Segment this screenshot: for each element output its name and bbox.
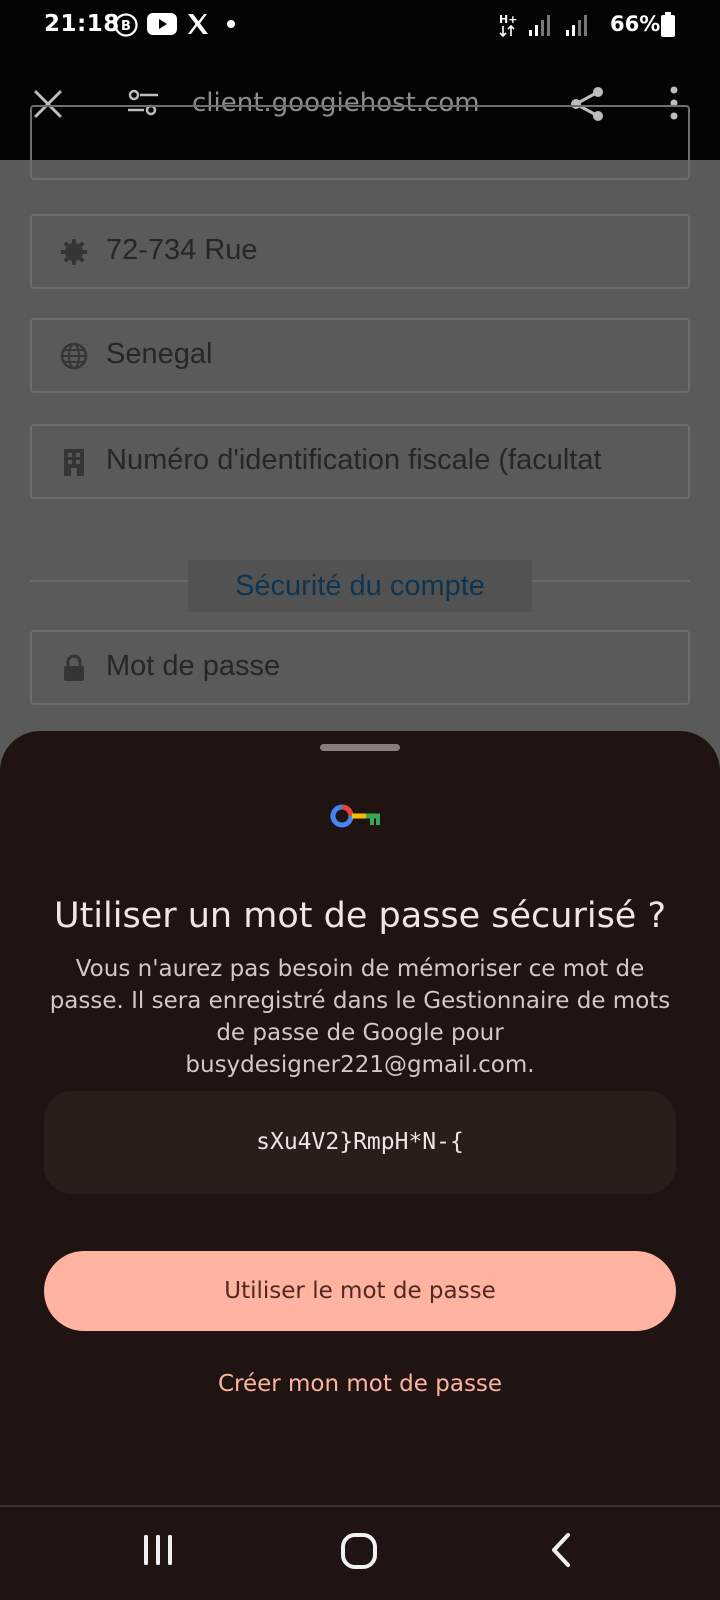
status-time: 21:18: [44, 11, 120, 37]
network-hplus-icon: H+: [499, 13, 517, 38]
battery-percent: 66%: [610, 12, 661, 36]
tax-id-placeholder: Numéro d'identification fiscale (faculta…: [106, 444, 602, 476]
building-icon: [64, 449, 84, 476]
signal-icon: [566, 15, 587, 36]
status-bar: 21:18 B H+ 66%: [0, 0, 720, 50]
tax-id-field[interactable]: Numéro d'identification fiscale (faculta…: [30, 424, 690, 499]
globe-icon: [60, 342, 88, 370]
youtube-icon: [147, 13, 177, 35]
dot-icon: [227, 20, 235, 28]
web-page: 72-734 Rue Senegal Numéro d'identificati…: [0, 105, 720, 760]
address-field[interactable]: 72-734 Rue: [30, 214, 690, 289]
google-key-icon: [330, 804, 380, 828]
x-icon: [188, 14, 208, 34]
password-field[interactable]: Mot de passe: [30, 630, 690, 705]
svg-text:B: B: [121, 19, 131, 34]
section-title: Sécurité du compte: [188, 560, 532, 612]
svg-text:H+: H+: [499, 13, 517, 26]
signal-icon: [529, 15, 550, 36]
back-icon[interactable]: [546, 1531, 576, 1571]
business-icon: B: [114, 13, 138, 37]
battery-icon: [661, 12, 675, 37]
drag-handle[interactable]: [320, 744, 400, 751]
password-placeholder: Mot de passe: [106, 650, 281, 682]
suggested-password: sXu4V2}RmpH*N-{: [44, 1091, 676, 1194]
password-suggestion-sheet: Utiliser un mot de passe sécurisé ? Vous…: [0, 731, 720, 1600]
use-password-button[interactable]: Utiliser le mot de passe: [44, 1251, 676, 1331]
sheet-title: Utiliser un mot de passe sécurisé ?: [53, 896, 667, 936]
sheet-description: Vous n'aurez pas besoin de mémoriser ce …: [49, 956, 671, 1078]
country-field[interactable]: Senegal: [30, 318, 690, 393]
system-nav-bar: [0, 1507, 720, 1600]
recent-apps-icon[interactable]: [140, 1531, 176, 1571]
lock-icon: [64, 654, 84, 681]
address-value: 72-734 Rue: [106, 234, 258, 266]
country-value: Senegal: [106, 338, 213, 370]
partial-field[interactable]: [30, 105, 690, 180]
create-own-password-link[interactable]: Créer mon mot de passe: [0, 1371, 720, 1397]
home-icon[interactable]: [340, 1531, 380, 1571]
gear-icon: [61, 239, 87, 265]
